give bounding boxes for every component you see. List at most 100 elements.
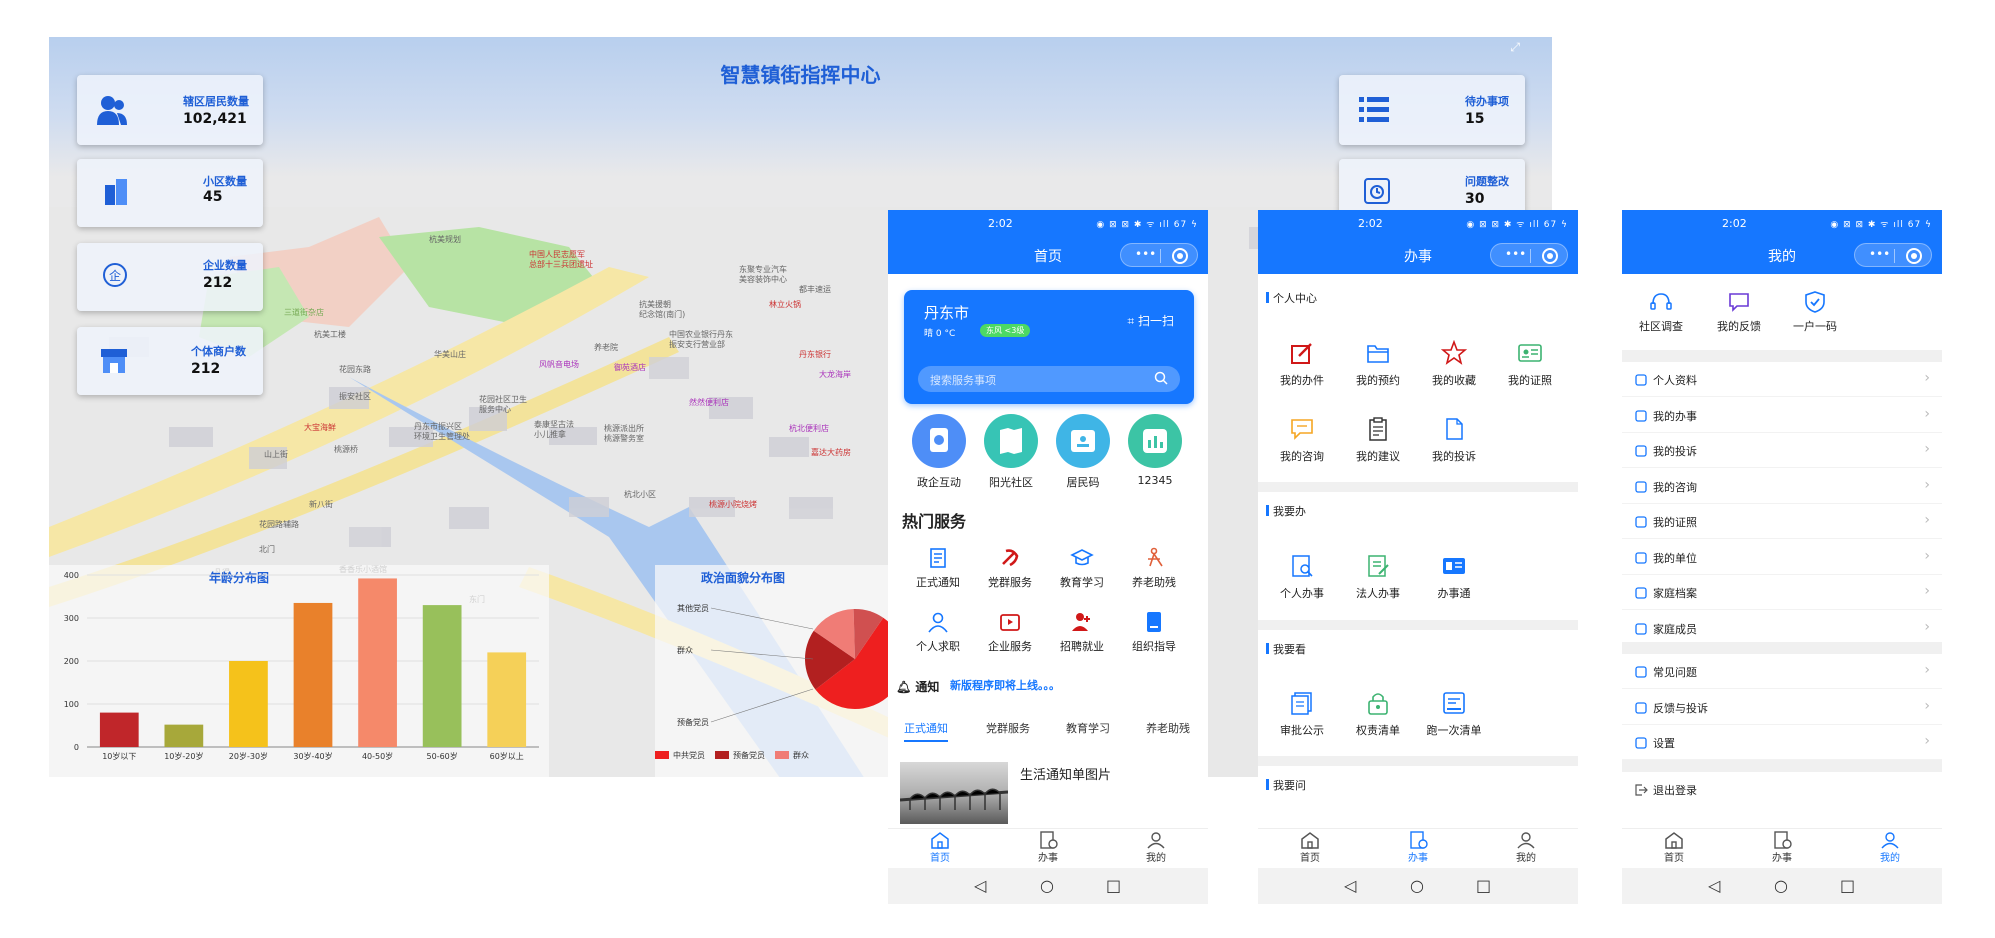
close-target-icon[interactable] [1542, 248, 1558, 264]
bar[interactable] [293, 602, 333, 747]
menu-row[interactable]: 常见问题 › [1622, 654, 1942, 689]
quick-label: 12345 [1137, 474, 1173, 487]
tab-formal-notice[interactable]: 正式通知 [904, 720, 948, 742]
home-circle-icon[interactable]: ○ [1774, 876, 1788, 895]
bar[interactable] [358, 578, 397, 747]
home-circle-icon[interactable]: ○ [1410, 876, 1424, 895]
capsule-menu[interactable]: ••• [1854, 243, 1932, 267]
service-job-seeker[interactable]: 个人求职 [902, 610, 974, 654]
recent-apps-icon[interactable]: □ [1840, 876, 1855, 895]
bar[interactable] [164, 724, 204, 747]
tab-home[interactable]: 首页 [910, 831, 970, 864]
back-icon[interactable]: ◁ [1708, 876, 1720, 895]
more-icon[interactable]: ••• [1505, 247, 1526, 261]
bar[interactable] [422, 605, 462, 747]
elderly-care-icon [1148, 547, 1163, 567]
menu-row[interactable]: 家庭档案 › [1622, 575, 1942, 610]
tab-affairs[interactable]: 办事 [1388, 831, 1448, 864]
quick-sunshine-community[interactable]: 阳光社区 [982, 414, 1040, 490]
stat-card-merchants[interactable]: 个体商户数 212 [77, 327, 263, 395]
item-power-list[interactable]: 权责清单 [1340, 690, 1416, 738]
capsule-menu[interactable]: ••• [1490, 243, 1568, 267]
quick-hotline[interactable]: 12345 [1126, 414, 1184, 487]
tab-home[interactable]: 首页 [1644, 831, 1704, 864]
tab-party-service[interactable]: 党群服务 [986, 720, 1030, 736]
home-circle-icon[interactable]: ○ [1040, 876, 1054, 895]
close-target-icon[interactable] [1172, 248, 1188, 264]
svg-text:御苑酒店: 御苑酒店 [614, 362, 646, 372]
bar[interactable] [229, 661, 268, 747]
service-elderly-care[interactable]: 养老助残 [1118, 546, 1190, 590]
fullscreen-icon[interactable]: ⤢ [1510, 40, 1520, 55]
recent-apps-icon[interactable]: □ [1106, 876, 1121, 895]
logout-row[interactable]: 退出登录 [1622, 772, 1942, 807]
tab-mine[interactable]: 我的 [1860, 831, 1920, 864]
menu-row[interactable]: 我的办事 › [1622, 397, 1942, 433]
service-education[interactable]: 教育学习 [1046, 546, 1118, 590]
close-target-icon[interactable] [1906, 248, 1922, 264]
tab-affairs[interactable]: 办事 [1018, 831, 1078, 864]
top-household-code[interactable]: 一户一码 [1780, 290, 1850, 334]
menu-row[interactable]: 我的证照 › [1622, 504, 1942, 539]
item-corporate-affairs[interactable]: 法人办事 [1340, 553, 1416, 601]
tab-affairs[interactable]: 办事 [1752, 831, 1812, 864]
capsule-menu[interactable]: ••• [1120, 243, 1198, 267]
tab-mine[interactable]: 我的 [1126, 831, 1186, 864]
more-icon[interactable]: ••• [1135, 247, 1156, 261]
stat-card-residents[interactable]: 辖区居民数量 102,421 [77, 75, 263, 145]
dashboard-title: 智慧镇街指挥中心 [720, 63, 881, 87]
menu-row[interactable]: 个人资料 › [1622, 362, 1942, 397]
stat-card-communities[interactable]: 小区数量 45 [77, 159, 263, 227]
bar[interactable] [487, 652, 527, 747]
quick-gov-enterprise[interactable]: 政企互动 [910, 414, 968, 490]
service-recruit[interactable]: 招聘就业 [1046, 610, 1118, 654]
item-approval-notice[interactable]: 审批公示 [1264, 690, 1340, 738]
recent-apps-icon[interactable]: □ [1476, 876, 1491, 895]
menu-row[interactable]: 我的单位 › [1622, 539, 1942, 575]
stat-card-enterprises[interactable]: 企 企业数量 212 [77, 243, 263, 311]
tab-mine[interactable]: 我的 [1496, 831, 1556, 864]
menu-row[interactable]: 我的投诉 › [1622, 433, 1942, 468]
item-affairs-pass[interactable]: 办事通 [1416, 553, 1492, 601]
tab-home[interactable]: 首页 [1280, 831, 1340, 864]
scan-button[interactable]: ⌗ 扫一扫 [1127, 312, 1174, 329]
item-one-trip-list[interactable]: 跑一次清单 [1416, 690, 1492, 738]
quick-resident-code[interactable]: 居民码 [1054, 414, 1112, 490]
tab-elderly[interactable]: 养老助残 [1146, 720, 1190, 736]
news-thumbnail[interactable] [900, 762, 1008, 824]
search-icon[interactable] [1154, 371, 1168, 385]
notice-icon [930, 548, 946, 568]
corporate-edit-icon [1368, 555, 1389, 577]
back-icon[interactable]: ◁ [974, 876, 986, 895]
menu-row[interactable]: 设置 › [1622, 725, 1942, 760]
bar[interactable] [99, 712, 139, 747]
stat-value: 102,421 [183, 111, 247, 127]
menu-row[interactable]: 家庭成员 › [1622, 610, 1942, 646]
back-icon[interactable]: ◁ [1344, 876, 1356, 895]
stat-card-todo[interactable]: 待办事项 15 [1339, 75, 1525, 145]
more-icon[interactable]: ••• [1869, 247, 1890, 261]
service-enterprise[interactable]: 企业服务 [974, 610, 1046, 654]
item-my-favorites[interactable]: 我的收藏 [1416, 340, 1492, 388]
search-input[interactable]: 搜索服务事项 [918, 366, 1180, 392]
item-personal-affairs[interactable]: 个人办事 [1264, 553, 1340, 601]
item-my-complaints[interactable]: 我的投诉 [1416, 416, 1492, 464]
checklist-icon [1443, 692, 1465, 714]
service-notice[interactable]: 正式通知 [902, 546, 974, 590]
item-my-suggestions[interactable]: 我的建议 [1340, 416, 1416, 464]
top-survey[interactable]: 社区调查 [1626, 290, 1696, 334]
tab-education[interactable]: 教育学习 [1066, 720, 1110, 736]
item-my-cases[interactable]: 我的办件 [1264, 340, 1340, 388]
notice-marquee[interactable]: 新版程序即将上线。。。 [950, 677, 1060, 693]
news-title[interactable]: 生活通知单图片 [1020, 764, 1111, 783]
item-my-licenses[interactable]: 我的证照 [1492, 340, 1568, 388]
menu-row[interactable]: 反馈与投诉 › [1622, 689, 1942, 725]
service-party[interactable]: 党群服务 [974, 546, 1046, 590]
item-my-bookings[interactable]: 我的预约 [1340, 340, 1416, 388]
menu-row[interactable]: 我的咨询 › [1622, 468, 1942, 504]
item-my-consult[interactable]: 我的咨询 [1264, 416, 1340, 464]
top-feedback[interactable]: 我的反馈 [1704, 290, 1774, 334]
svg-text:养老院: 养老院 [594, 342, 618, 352]
weather-city: 丹东市 [924, 304, 970, 322]
service-guidance[interactable]: 组织指导 [1118, 610, 1190, 654]
